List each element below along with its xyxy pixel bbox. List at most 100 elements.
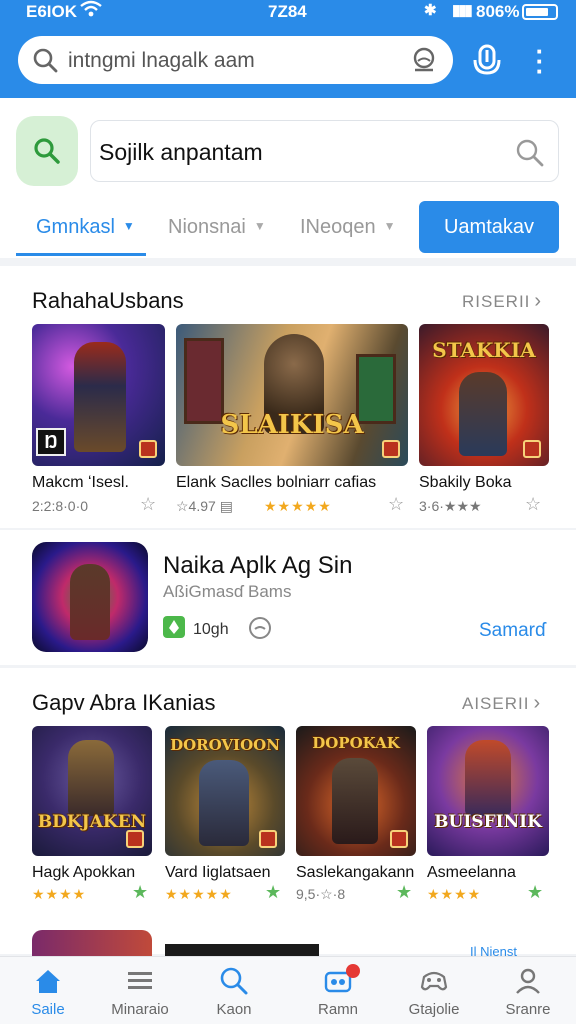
- badge-icon: [390, 830, 408, 848]
- badge-icon: [126, 830, 144, 848]
- star-outline-icon[interactable]: ★: [265, 882, 281, 903]
- game-wordmark: STAKKIA: [432, 338, 536, 362]
- secondary-search-input[interactable]: Sojilk anpantam: [90, 120, 559, 182]
- app-subtitle: AßiGmasɗ Bams: [163, 582, 292, 601]
- nav-item-apps[interactable]: Ramn: [290, 957, 386, 1024]
- battery-icon: [522, 4, 558, 20]
- tab-filter-2[interactable]: Nionsnai ▼: [168, 216, 266, 256]
- rating-stars: ★★★★★: [165, 886, 233, 902]
- list-icon: [128, 972, 152, 989]
- nav-label: Kaon: [216, 1001, 252, 1018]
- gamepad-icon: [420, 971, 448, 991]
- nav-item-search[interactable]: Kaon: [186, 957, 282, 1024]
- game-title: Elank Saclles bolniarr cafias: [176, 474, 377, 491]
- section-title: RahahaUsbans: [32, 288, 184, 313]
- nav-label: Saile: [31, 1001, 65, 1018]
- game-thumbnail: SLAIKISA: [176, 324, 408, 466]
- game-wordmark: DOPOKAK: [312, 734, 400, 752]
- chevron-right-icon: ›: [533, 692, 542, 714]
- game-thumbnail-peek: [32, 930, 152, 956]
- game-wordmark: BUISFINIK: [434, 812, 542, 832]
- nav-item-games[interactable]: Gtajolie: [386, 957, 482, 1024]
- nav-item-home[interactable]: Saile: [0, 957, 96, 1024]
- profile-icon: [516, 968, 540, 994]
- chevron-down-icon: ▼: [122, 219, 135, 233]
- game-thumbnail: Ŋ: [32, 324, 165, 466]
- status-carrier: E6IOK: [26, 2, 78, 21]
- green-search-button[interactable]: [16, 116, 78, 186]
- game-meta: 3·6·★★★: [419, 498, 482, 514]
- game-wordmark: DOROVIOON: [170, 736, 280, 754]
- search-icon: [32, 47, 58, 78]
- rating-stars: ★★★★★: [264, 498, 332, 514]
- tab-label: INeoqen: [300, 216, 376, 238]
- tab-filter-3[interactable]: INeoqen ▼: [300, 216, 396, 256]
- search-icon: [34, 138, 60, 164]
- games-section-1: RahahaUsbans RISERII › Ŋ Makcm ʻIsesl. 2:…: [0, 266, 576, 528]
- tab-filter-1[interactable]: Gmnkasl ▼: [16, 216, 146, 256]
- status-time: 7Z84: [268, 2, 307, 21]
- notification-badge: [346, 964, 360, 978]
- mic-icon[interactable]: [466, 40, 508, 82]
- star-outline-icon[interactable]: ☆: [140, 494, 156, 515]
- search-icon: [516, 139, 544, 167]
- star-outline-icon[interactable]: ★: [396, 882, 412, 903]
- badge-icon: [259, 830, 277, 848]
- install-button[interactable]: Samarɗ: [479, 620, 546, 642]
- game-thumbnail: BDKJAKEN: [32, 726, 152, 856]
- face-icon: [248, 616, 272, 645]
- game-title: Sbakily Boka: [419, 474, 512, 491]
- game-wordmark: SLAIKISA: [220, 410, 364, 440]
- nav-label: Ramn: [317, 1001, 358, 1018]
- game-thumbnail: BUISFINIK: [427, 726, 549, 856]
- star-outline-icon[interactable]: ☆: [525, 494, 541, 515]
- tab-label: Nionsnai: [168, 216, 246, 238]
- top-search-bar[interactable]: intngmi lnagalk aam: [18, 36, 453, 84]
- featured-app-card[interactable]: Naika Aplk Ag Sin AßiGmasɗ Bams 10gh Sam…: [0, 530, 576, 665]
- more-vert-icon[interactable]: · · ·: [528, 38, 552, 84]
- see-all-label: AISERII: [462, 694, 530, 713]
- game-title: Asmeelanna: [427, 864, 516, 881]
- chevron-down-icon: ▼: [383, 219, 396, 233]
- rating-stars: ★★★★: [427, 886, 482, 902]
- account-search-icon[interactable]: [410, 46, 438, 79]
- game-title: Hagk Apokkan: [32, 864, 136, 881]
- app-title: Naika Aplk Ag Sin: [163, 552, 353, 579]
- game-thumbnail: DOPOKAK: [296, 726, 416, 856]
- filter-panel: Sojilk anpantam Gmnkasl ▼ Nionsnai ▼ INeoq…: [0, 98, 576, 258]
- badge-icon: [382, 440, 400, 458]
- signal-icon: ▮▮▮: [452, 2, 473, 19]
- game-thumbnail: STAKKIA: [419, 324, 549, 466]
- section-title: Gapv Abra IKanias: [32, 690, 216, 715]
- chevron-right-icon: ›: [534, 290, 543, 312]
- nav-item-profile[interactable]: Sranre: [480, 957, 576, 1024]
- game-title: Makcm ʻIsesl.: [32, 474, 129, 491]
- see-all-label: RISERII: [462, 292, 531, 311]
- chevron-down-icon: ▼: [253, 219, 266, 233]
- star-outline-icon[interactable]: ★: [527, 882, 543, 903]
- bluetooth-icon: ✱: [424, 2, 437, 19]
- tab-label: Gmnkasl: [36, 216, 115, 238]
- game-meta: 2:2:8·0·0: [32, 498, 89, 514]
- badge-icon: [523, 440, 541, 458]
- top-app-bar: E6IOK 7Z84 ✱ ▮▮▮ 806% intngmi lnagalk aa…: [0, 0, 576, 98]
- app-size: 10gh: [193, 621, 229, 638]
- status-bar: E6IOK 7Z84 ✱ ▮▮▮ 806%: [0, 0, 576, 26]
- game-title: Saslekangakann: [296, 864, 415, 881]
- rating-stars: ★★★★: [32, 886, 87, 902]
- primary-cta-button[interactable]: Uamtakav: [419, 201, 559, 253]
- nav-item-list[interactable]: Minaraio: [92, 957, 188, 1024]
- game-wordmark: BDKJAKEN: [37, 812, 147, 832]
- star-outline-icon[interactable]: ★: [132, 882, 148, 903]
- home-icon: [36, 970, 60, 993]
- search-icon: [220, 967, 248, 995]
- download-size-icon: [163, 616, 185, 638]
- wifi-icon: [80, 0, 102, 23]
- star-outline-icon[interactable]: ☆: [388, 494, 404, 515]
- see-all-link[interactable]: AISERII ›: [462, 692, 541, 715]
- top-search-text: intngmi lnagalk aam: [68, 49, 255, 72]
- nav-label: Gtajolie: [408, 1001, 460, 1018]
- game-meta: ☆4.97 ▤: [176, 498, 233, 514]
- app-icon: [32, 542, 148, 652]
- see-all-link[interactable]: RISERII ›: [462, 290, 542, 313]
